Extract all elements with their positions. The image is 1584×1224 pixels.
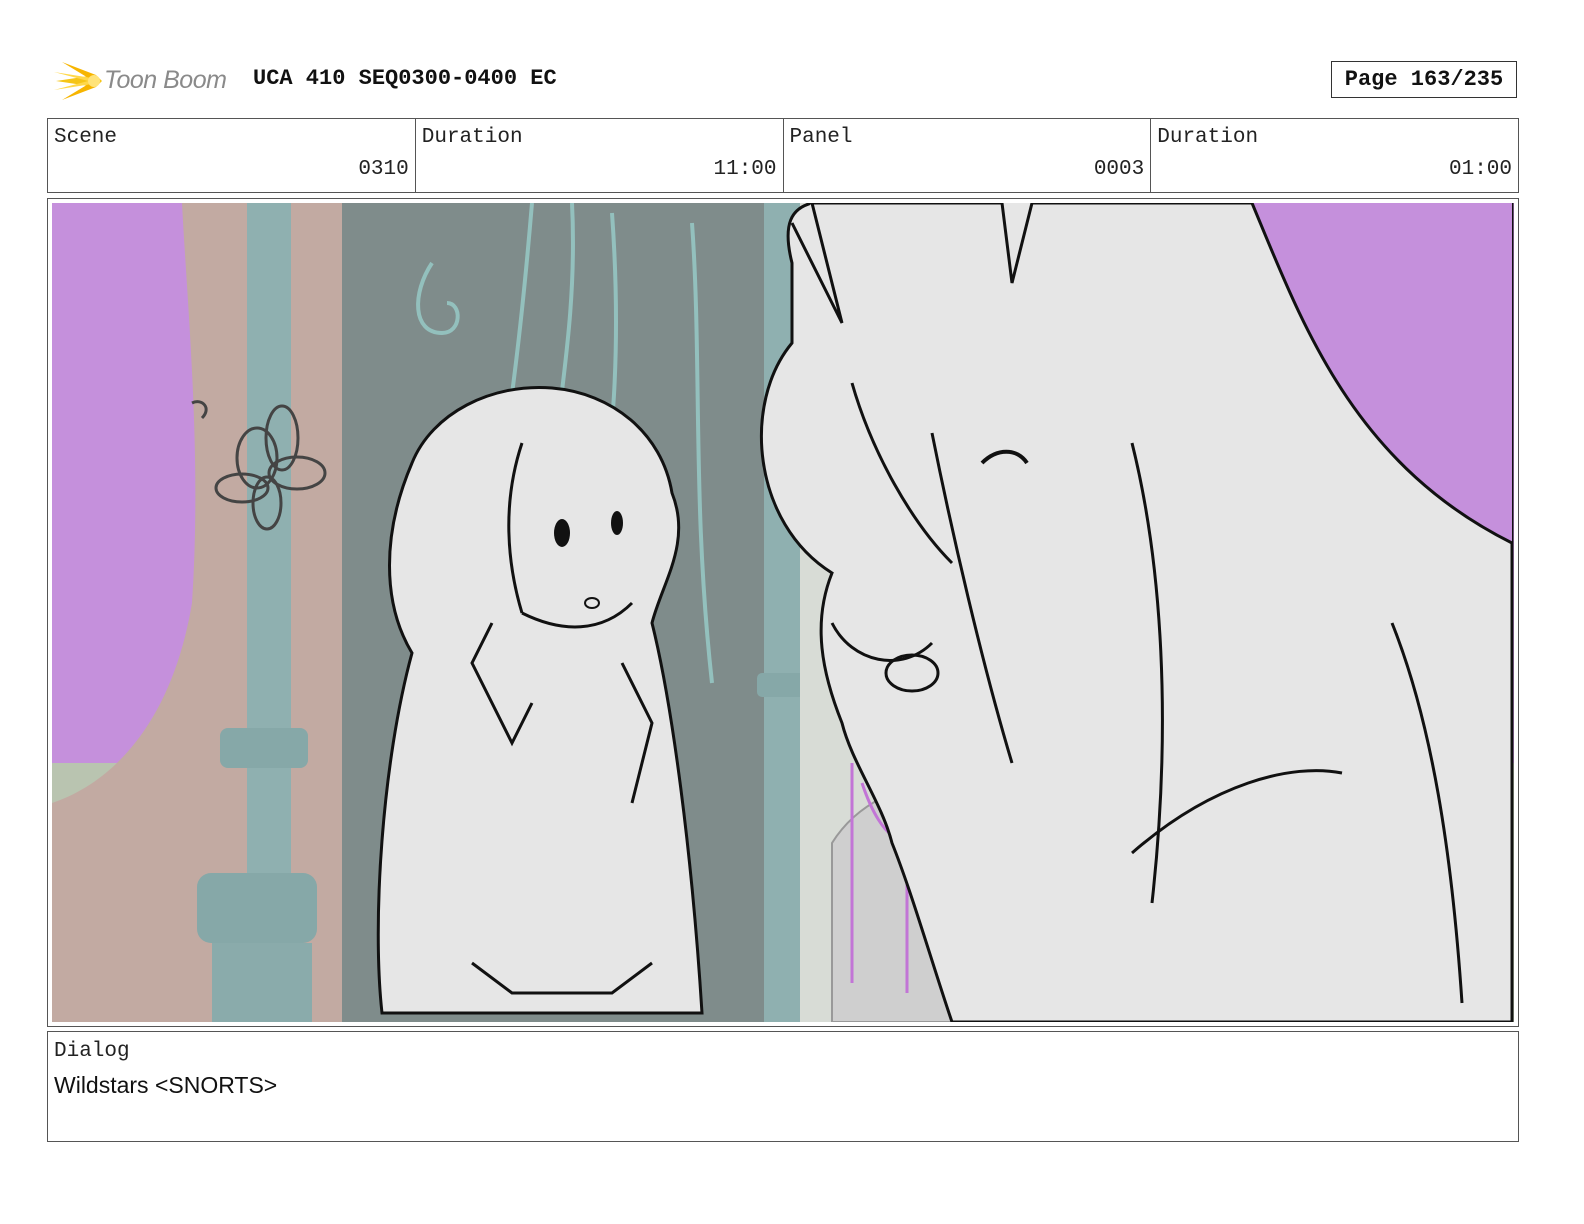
dialog-box: Dialog Wildstars <SNORTS>: [47, 1031, 1519, 1142]
scene-duration-cell: Duration 11:00: [416, 119, 784, 192]
scene-label: Scene: [54, 126, 118, 149]
dialog-label: Dialog: [54, 1040, 130, 1063]
panel-label: Panel: [789, 126, 853, 149]
panel-artwork: [52, 203, 1514, 1022]
dialog-text: Wildstars <SNORTS>: [54, 1072, 278, 1098]
document-title: UCA 410 SEQ0300-0400 EC: [253, 66, 557, 91]
panel-duration-value: 01:00: [1448, 158, 1512, 181]
panel-value: 0003: [1093, 158, 1145, 181]
scene-duration-value: 11:00: [713, 158, 777, 181]
page-number: Page 163/235: [1331, 61, 1517, 98]
scene-info-row: Scene 0310 Duration 11:00 Panel 0003 Dur…: [47, 118, 1519, 193]
starburst-icon: [54, 62, 102, 100]
panel-duration-cell: Duration 01:00: [1151, 119, 1518, 192]
panel-duration-label: Duration: [1157, 126, 1259, 149]
scene-cell: Scene 0310: [48, 119, 416, 192]
toon-boom-logo: Toon Boom: [52, 56, 242, 106]
scene-value: 0310: [358, 158, 409, 181]
logo-text: Toon Boom: [104, 66, 227, 94]
panel-cell: Panel 0003: [784, 119, 1152, 192]
scene-duration-label: Duration: [421, 126, 523, 149]
storyboard-panel: [47, 198, 1519, 1027]
